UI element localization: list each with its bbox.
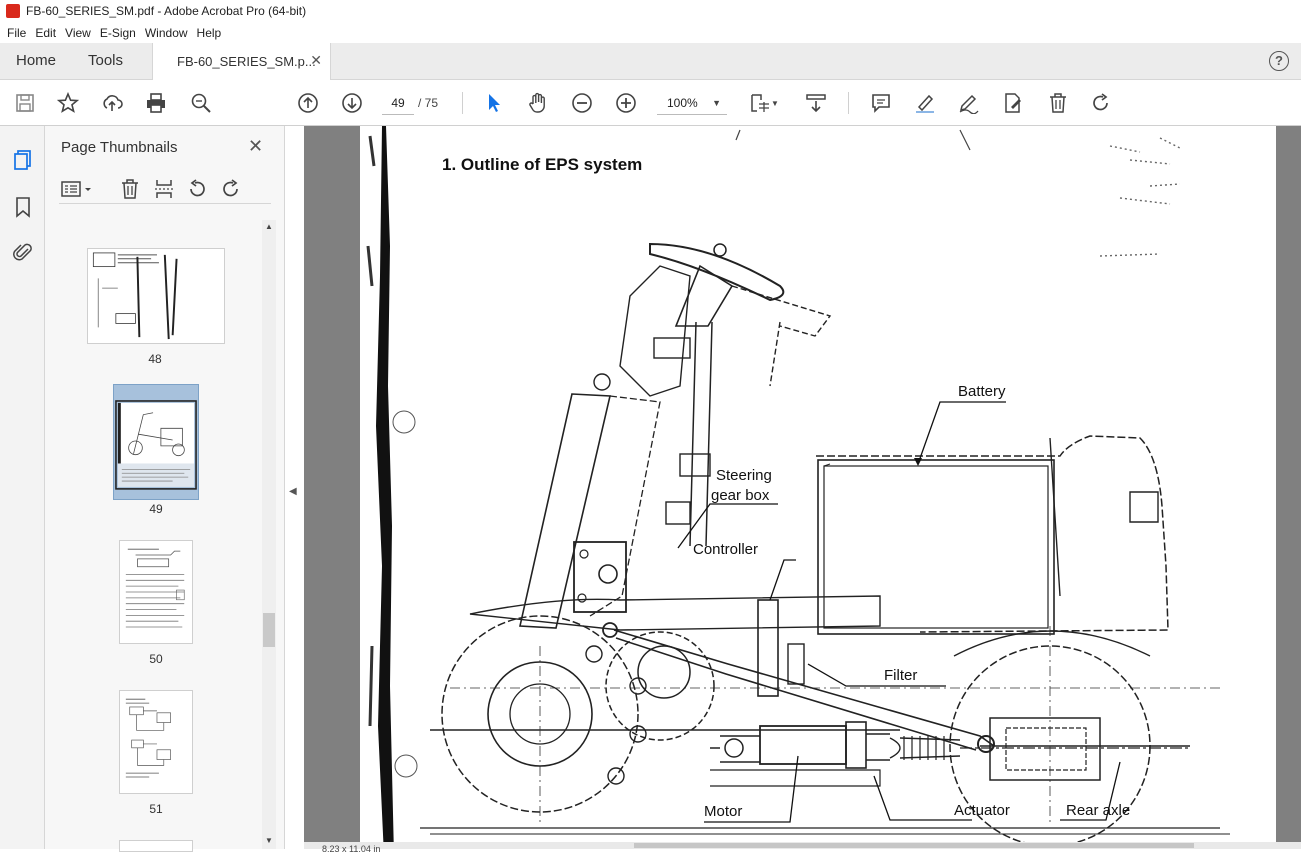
label-actuator: Actuator (954, 802, 1010, 819)
page-down-icon[interactable] (340, 91, 364, 115)
label-battery: Battery (958, 383, 1006, 400)
left-rail (0, 126, 45, 849)
page-number-label: 51 (149, 802, 163, 816)
acrobat-logo-icon (6, 4, 20, 18)
hand-icon[interactable] (526, 91, 550, 115)
menu-view[interactable]: View (62, 26, 97, 40)
sign-icon[interactable] (957, 91, 981, 115)
star-icon[interactable] (56, 91, 80, 115)
thumbnail-page-52[interactable] (119, 840, 193, 852)
edit-icon[interactable] (1001, 91, 1025, 115)
page-number-label: 48 (148, 352, 162, 366)
chevron-down-icon: ▼ (712, 98, 721, 108)
fit-page-icon[interactable] (748, 91, 772, 115)
thumbnail-page-50[interactable] (119, 540, 193, 644)
menu-help[interactable]: Help (194, 26, 228, 40)
scrollbar-thumb[interactable] (263, 613, 275, 647)
help-icon[interactable]: ? (1269, 51, 1289, 71)
tab-tools[interactable]: Tools (88, 52, 123, 69)
delete-page-icon[interactable] (119, 178, 141, 200)
rotate-left-icon[interactable] (186, 178, 208, 200)
label-steering-line2: gear box (711, 487, 770, 504)
select-arrow-icon[interactable] (482, 91, 506, 115)
label-filter: Filter (884, 667, 917, 684)
horizontal-scrollbar[interactable] (304, 842, 1301, 849)
save-icon[interactable] (13, 91, 37, 115)
label-motor: Motor (704, 803, 742, 820)
thumbnail-page-51[interactable] (119, 690, 193, 794)
page-size-status: 8.23 x 11.04 in (322, 844, 381, 854)
label-controller: Controller (693, 541, 758, 558)
zoom-in-icon[interactable] (614, 91, 638, 115)
diagram-heading: 1. Outline of EPS system (442, 155, 642, 174)
upload-icon[interactable] (100, 91, 124, 115)
thumbnail-page-49[interactable] (113, 384, 199, 500)
eps-diagram: 1. Outline of EPS system Battery Steerin… (366, 126, 1230, 849)
tab-document-label: FB-60_SERIES_SM.p... (177, 54, 316, 69)
menu-edit[interactable]: Edit (32, 26, 62, 40)
bookmark-icon[interactable] (11, 195, 35, 219)
page-number-label: 49 (149, 502, 163, 516)
tab-bar: Home Tools FB-60_SERIES_SM.p... ✕ ? (0, 43, 1301, 81)
zoom-value: 100% (667, 96, 698, 110)
comment-icon[interactable] (869, 91, 893, 115)
delete-icon[interactable] (1046, 91, 1070, 115)
thumbnail-options-icon[interactable] (61, 178, 95, 200)
page-number-input[interactable]: 49 (382, 91, 414, 115)
print-icon[interactable] (144, 91, 168, 115)
menu-esign[interactable]: E-Sign (97, 26, 142, 40)
collapse-panel-icon[interactable]: ◀ (289, 486, 297, 497)
zoom-out-icon[interactable] (570, 91, 594, 115)
attachment-icon[interactable] (11, 240, 35, 264)
menu-window[interactable]: Window (142, 26, 194, 40)
scrollbar-thumb[interactable] (634, 843, 1194, 848)
label-rear-axle: Rear axle (1066, 802, 1130, 819)
page-number-label: 50 (149, 652, 163, 666)
thumbnails-scrollbar[interactable]: ▲ ▼ (262, 220, 276, 849)
tab-home[interactable]: Home (16, 52, 56, 69)
toolbar-divider (848, 92, 849, 114)
tab-close-icon[interactable]: ✕ (310, 52, 322, 69)
zoom-search-icon[interactable] (189, 91, 213, 115)
thumbnails-panel: Page Thumbnails ✕ 48 49 50 51 (45, 126, 285, 852)
scroll-down-icon[interactable]: ▼ (265, 836, 273, 845)
page-total: / 75 (418, 96, 439, 110)
title-bar: FB-60_SERIES_SM.pdf - Adobe Acrobat Pro … (0, 0, 1301, 22)
tab-document[interactable]: FB-60_SERIES_SM.p... ✕ (152, 43, 331, 81)
highlight-icon[interactable] (913, 91, 937, 115)
window-title: FB-60_SERIES_SM.pdf - Adobe Acrobat Pro … (26, 4, 307, 18)
menu-file[interactable]: File (4, 26, 32, 40)
scroll-mode-icon[interactable] (804, 91, 828, 115)
label-steering-line1: Steering (716, 467, 772, 484)
thumbnail-page-48[interactable] (87, 248, 225, 344)
panel-toolbar (59, 176, 271, 204)
page-thumbnails-icon[interactable] (11, 148, 35, 172)
toolbar-divider (462, 92, 463, 114)
rotate-right-icon[interactable] (220, 178, 242, 200)
close-icon[interactable]: ✕ (248, 136, 263, 157)
chevron-down-icon[interactable]: ▼ (770, 91, 780, 115)
extract-page-icon[interactable] (153, 178, 175, 200)
redo-icon[interactable] (1089, 91, 1113, 115)
pdf-page: 1. Outline of EPS system Battery Steerin… (360, 126, 1276, 849)
menu-bar: File Edit View E-Sign Window Help (0, 22, 1301, 43)
zoom-select[interactable]: 100% ▼ (657, 91, 727, 115)
document-view[interactable]: 1. Outline of EPS system Battery Steerin… (304, 126, 1301, 849)
main-toolbar: 49 / 75 100% ▼ ▼ (0, 80, 1301, 126)
page-up-icon[interactable] (296, 91, 320, 115)
scroll-up-icon[interactable]: ▲ (265, 222, 273, 231)
panel-title: Page Thumbnails (61, 139, 178, 156)
